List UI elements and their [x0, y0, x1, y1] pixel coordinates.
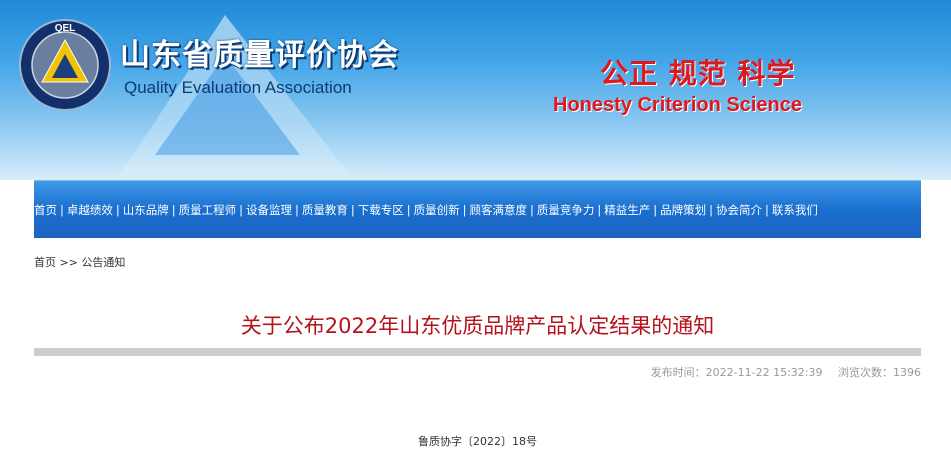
nav-item-lean-production[interactable]: 精益生产	[604, 202, 650, 218]
breadcrumb-separator: >>	[59, 256, 78, 269]
nav-item-contact[interactable]: 联系我们	[772, 202, 818, 218]
view-count: 浏览次数：1396	[838, 366, 921, 379]
slogan-cn: 公正 规范 科学	[600, 57, 796, 90]
publish-time: 发布时间：2022-11-22 15:32:39	[650, 366, 823, 379]
nav-item-about[interactable]: 协会简介	[716, 202, 762, 218]
nav-item-excellence[interactable]: 卓越绩效	[67, 202, 113, 218]
nav-separator: |	[653, 203, 658, 217]
nav-separator: |	[709, 203, 713, 217]
breadcrumb-home-link[interactable]: 首页	[34, 256, 56, 269]
logo-text: QEL	[55, 23, 76, 34]
nav-item-quality-education[interactable]: 质量教育	[302, 202, 348, 218]
nav-item-brand-planning[interactable]: 品牌策划	[660, 202, 706, 218]
nav-separator: |	[462, 203, 467, 217]
nav-separator: |	[295, 203, 299, 217]
nav-separator: |	[765, 203, 769, 217]
org-name-cn: 山东省质量评价协会	[120, 38, 399, 73]
nav-separator: |	[597, 203, 602, 217]
nav-item-customer-satisfaction[interactable]: 顾客满意度	[470, 202, 528, 218]
main-nav: 首页 | 卓越绩效 | 山东品牌 | 质量工程师 | 设备监理 | 质量教育 | 下载专区 |…	[34, 180, 921, 238]
title-divider	[34, 348, 921, 356]
nav-separator: |	[350, 203, 355, 217]
nav-item-quality-engineer[interactable]: 质量工程师	[179, 202, 237, 218]
slogan-en: Honesty Criterion Science	[553, 94, 802, 116]
nav-item-shandong-brand[interactable]: 山东品牌	[123, 202, 169, 218]
nav-separator: |	[406, 203, 411, 217]
nav-separator: |	[60, 203, 64, 217]
document-number: 鲁质协字〔2022〕18号	[418, 435, 537, 448]
article-meta: 发布时间：2022-11-22 15:32:39 浏览次数：1396	[34, 364, 921, 380]
article-title: 关于公布2022年山东优质品牌产品认定结果的通知	[240, 314, 715, 338]
header-banner: QEL 山东省质量评价协会 Quality Evaluation Associa…	[0, 0, 951, 180]
nav-item-quality-competitiveness[interactable]: 质量竞争力	[537, 202, 595, 218]
breadcrumb: 首页 >> 公告通知	[34, 254, 125, 270]
nav-item-downloads[interactable]: 下载专区	[358, 202, 404, 218]
nav-separator: |	[115, 203, 120, 217]
nav-separator: |	[239, 203, 243, 217]
nav-item-home[interactable]: 首页	[34, 202, 57, 218]
nav-item-quality-innovation[interactable]: 质量创新	[414, 202, 460, 218]
breadcrumb-current[interactable]: 公告通知	[81, 256, 125, 269]
nav-separator: |	[171, 203, 176, 217]
nav-item-equipment-supervision[interactable]: 设备监理	[246, 202, 292, 218]
qel-logo-icon: QEL	[19, 19, 111, 111]
org-name-en: Quality Evaluation Association	[124, 78, 352, 97]
nav-list: 首页 | 卓越绩效 | 山东品牌 | 质量工程师 | 设备监理 | 质量教育 | 下载专区 |…	[34, 202, 921, 218]
nav-separator: |	[530, 203, 534, 217]
